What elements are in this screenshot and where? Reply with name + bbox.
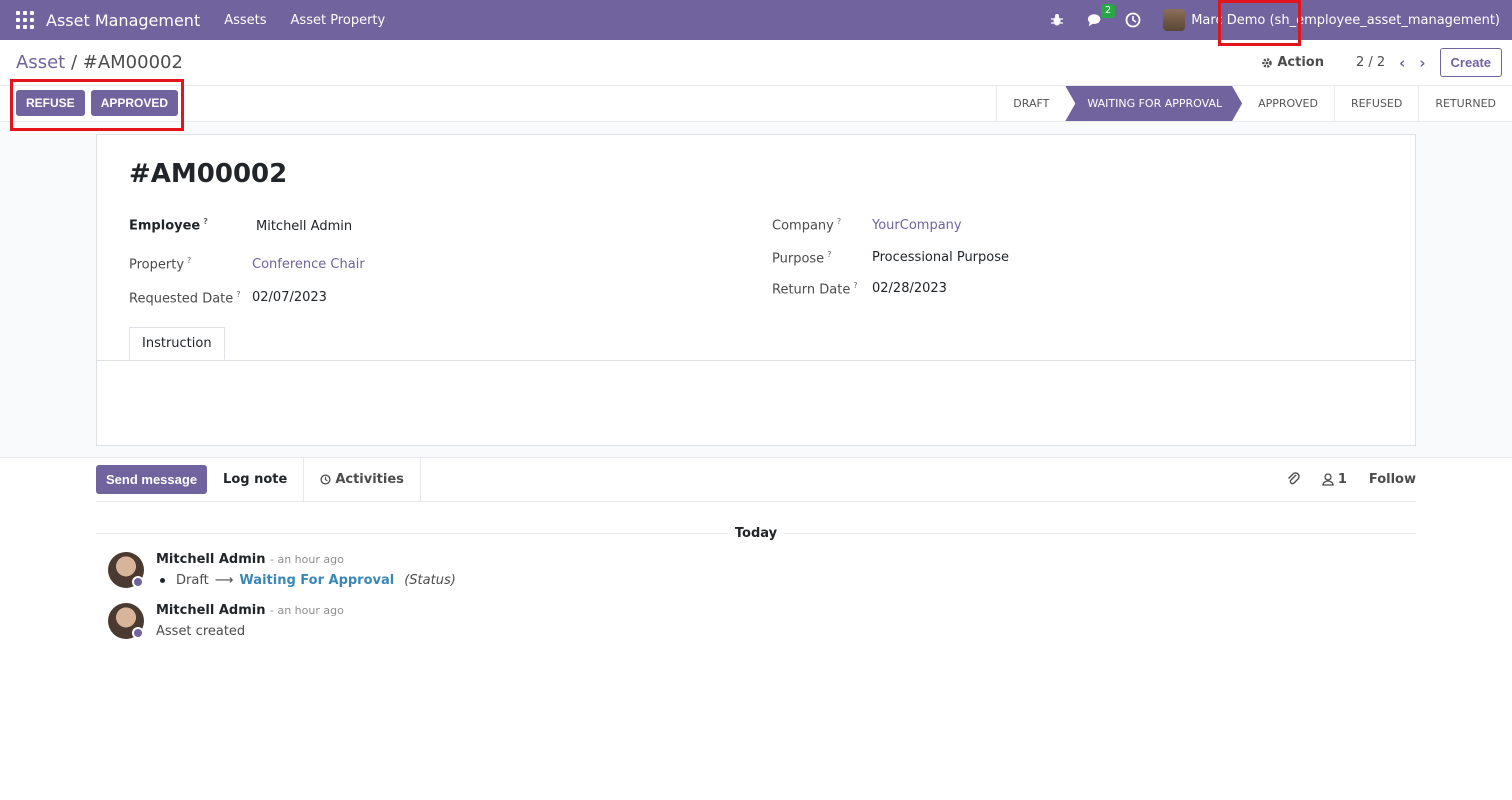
stage-waiting-for-approval[interactable]: WAITING FOR APPROVAL: [1065, 86, 1242, 121]
message-item: Mitchell Admin - an hour ago Asset creat…: [96, 603, 1416, 653]
status-dot-icon: [132, 576, 144, 588]
clock-icon[interactable]: [1125, 12, 1141, 28]
menu-asset-property[interactable]: Asset Property: [291, 13, 386, 28]
action-label: Action: [1277, 55, 1324, 70]
action-button[interactable]: Action: [1261, 55, 1324, 70]
tracking-field: (Status): [404, 573, 456, 588]
return-date-label: Return Date?: [772, 281, 858, 298]
form-sheet: #AM00002 Employee? Mitchell Admin Proper…: [96, 134, 1416, 446]
return-date-field[interactable]: 02/28/2023: [872, 281, 947, 296]
employee-label: Employee?: [129, 217, 208, 234]
stage-draft[interactable]: DRAFT: [996, 86, 1065, 121]
stage-refused[interactable]: REFUSED: [1333, 86, 1418, 121]
tab-instruction[interactable]: Instruction: [129, 327, 225, 360]
approved-button[interactable]: APPROVED: [90, 90, 179, 116]
message-author: Mitchell Admin - an hour ago: [156, 603, 344, 618]
user-name: Marc Demo (sh_employee_asset_management): [1191, 12, 1500, 28]
activities-label: Activities: [335, 472, 404, 487]
pager-value[interactable]: 2 / 2: [1356, 55, 1385, 70]
date-separator: Today: [96, 526, 1416, 541]
property-label: Property?: [129, 256, 192, 273]
followers-count: 1: [1337, 472, 1347, 487]
control-panel: Asset / #AM00002 Action 2 / 2 ‹ › Create: [0, 40, 1512, 86]
breadcrumb-current: #AM00002: [82, 52, 183, 73]
followers-button[interactable]: 1: [1322, 472, 1347, 487]
purpose-field[interactable]: Processional Purpose: [872, 250, 1009, 265]
property-field[interactable]: Conference Chair: [252, 257, 365, 272]
tab-divider: [97, 360, 1415, 361]
apps-menu-icon[interactable]: [16, 11, 34, 29]
breadcrumb: Asset / #AM00002: [16, 52, 183, 73]
message-time: - an hour ago: [269, 604, 344, 617]
record-title: #AM00002: [129, 159, 288, 189]
form-view: #AM00002 Employee? Mitchell Admin Proper…: [0, 122, 1512, 458]
employee-field[interactable]: Mitchell Admin: [256, 219, 352, 234]
breadcrumb-separator: /: [70, 52, 78, 73]
purpose-label: Purpose?: [772, 250, 832, 267]
user-avatar: [1163, 9, 1186, 31]
status-bar: REFUSE APPROVED DRAFT WAITING FOR APPROV…: [0, 86, 1512, 122]
breadcrumb-parent[interactable]: Asset: [16, 52, 65, 73]
status-dot-icon: [132, 627, 144, 639]
create-button[interactable]: Create: [1439, 48, 1502, 77]
chatter-topbar: Send message Log note Activities 1 Follo…: [96, 457, 1416, 502]
app-brand[interactable]: Asset Management: [46, 11, 200, 30]
message-body: Asset created: [156, 624, 246, 639]
message-time: - an hour ago: [269, 553, 344, 566]
tracking-new-value: Waiting For Approval: [239, 573, 395, 588]
pager-previous-icon[interactable]: ‹: [1399, 54, 1405, 72]
tracking-value: Draft ⟶ Waiting For Approval (Status): [160, 573, 456, 588]
refuse-button[interactable]: REFUSE: [16, 90, 85, 116]
follow-button[interactable]: Follow: [1369, 472, 1416, 487]
requested-date-field[interactable]: 02/07/2023: [252, 290, 327, 305]
chatter: Send message Log note Activities 1 Follo…: [0, 457, 1512, 653]
gear-icon: [1262, 57, 1273, 68]
bug-icon[interactable]: [1049, 12, 1065, 28]
pager-next-icon[interactable]: ›: [1419, 54, 1425, 72]
message-item: Mitchell Admin - an hour ago Draft ⟶ Wai…: [96, 552, 1416, 602]
clock-icon: [320, 474, 331, 485]
chat-badge: 2: [1100, 4, 1116, 18]
stage-approved[interactable]: APPROVED: [1242, 86, 1334, 121]
date-separator-label: Today: [728, 526, 784, 541]
top-navbar: Asset Management Assets Asset Property 2…: [0, 0, 1512, 40]
chat-icon[interactable]: 2: [1087, 4, 1116, 28]
activities-button[interactable]: Activities: [303, 457, 421, 502]
company-field[interactable]: YourCompany: [872, 218, 962, 233]
send-message-button[interactable]: Send message: [96, 465, 208, 494]
arrow-right-icon: ⟶: [214, 573, 234, 588]
user-icon: [1322, 473, 1334, 486]
log-note-button[interactable]: Log note: [207, 458, 303, 502]
user-menu[interactable]: Marc Demo (sh_employee_asset_management): [1163, 9, 1500, 31]
tracking-old-value: Draft: [176, 573, 209, 588]
requested-date-label: Requested Date?: [129, 290, 241, 307]
paperclip-icon[interactable]: [1286, 470, 1300, 490]
menu-assets[interactable]: Assets: [224, 13, 266, 28]
message-author: Mitchell Admin - an hour ago: [156, 552, 344, 567]
company-label: Company?: [772, 217, 842, 234]
stage-returned[interactable]: RETURNED: [1418, 86, 1512, 121]
